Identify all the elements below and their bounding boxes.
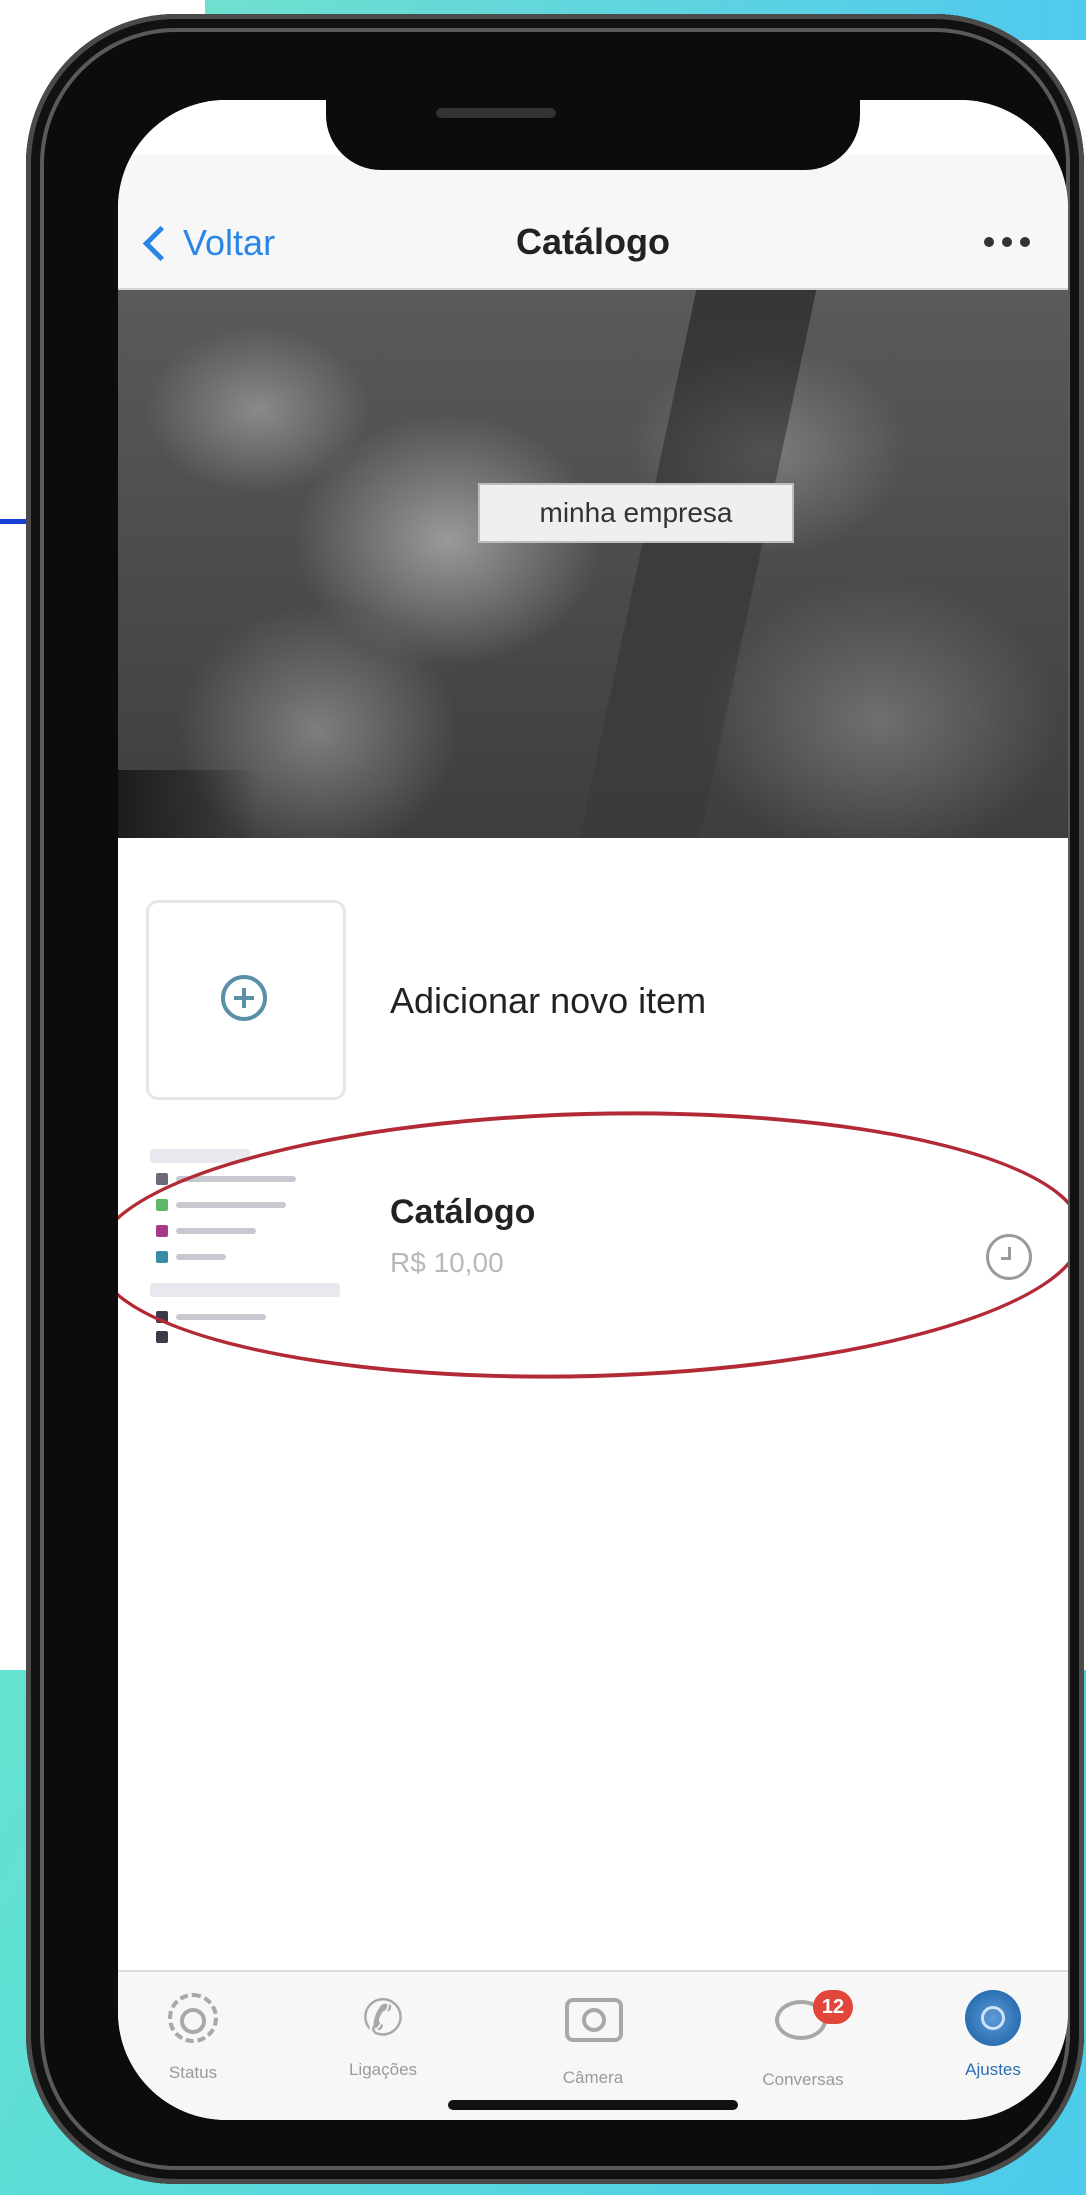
tab-status[interactable]: Status [118, 1990, 268, 2083]
plus-circle-icon [221, 975, 267, 1021]
home-indicator [448, 2100, 738, 2110]
status-icon [168, 1993, 218, 2043]
phone-speaker [436, 108, 556, 118]
tab-camera[interactable]: Câmera [518, 1990, 668, 2088]
phone-frame: Voltar Catálogo minha empresa Adicionar … [26, 14, 1084, 2184]
add-item-button[interactable] [146, 900, 346, 1100]
navigation-bar: Voltar Catálogo [118, 155, 1068, 290]
highlight-ellipse [118, 1099, 1068, 1391]
phone-icon: ✆ [362, 1990, 404, 2046]
unread-badge: 12 [813, 1990, 853, 2024]
business-name-label: minha empresa [478, 483, 794, 543]
tab-label-settings: Ajustes [965, 2060, 1021, 2079]
tab-label-camera: Câmera [562, 2068, 624, 2087]
tab-label-status: Status [168, 2063, 218, 2082]
page-title: Catálogo [515, 221, 670, 262]
catalog-cover-image: minha empresa [118, 290, 1068, 838]
tab-chats[interactable]: 12 Conversas [728, 1990, 878, 2090]
phone-screen: Voltar Catálogo minha empresa Adicionar … [118, 100, 1068, 2120]
tab-bar: Status ✆ Ligações Câmera 12 Conversas Aj… [118, 1970, 1068, 2120]
settings-icon [965, 1990, 1021, 2046]
tab-calls[interactable]: ✆ Ligações [308, 1990, 458, 2080]
tab-settings[interactable]: Ajustes [918, 1990, 1068, 2080]
phone-notch [326, 100, 860, 170]
add-item-label[interactable]: Adicionar novo item [390, 980, 706, 1022]
tab-label-chats: Conversas [762, 2070, 844, 2089]
tab-label-calls: Ligações [348, 2060, 418, 2079]
camera-icon [565, 1998, 623, 2042]
more-options-icon[interactable] [984, 237, 1030, 247]
